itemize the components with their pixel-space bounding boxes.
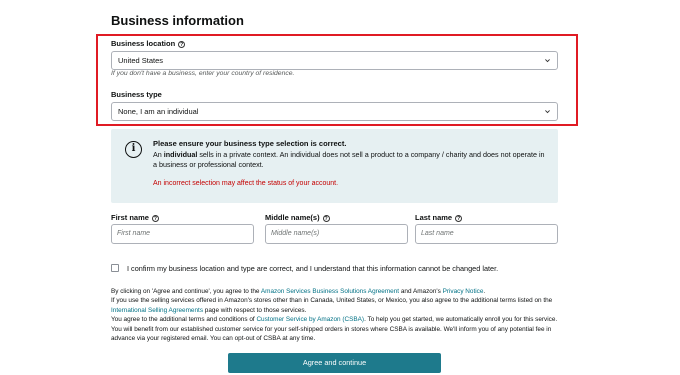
business-location-label: Business location?: [111, 39, 186, 48]
notice-warning: An incorrect selection may affect the st…: [153, 180, 339, 187]
legal-text-span: You agree to the additional terms and co…: [111, 316, 257, 324]
last-name-label: Last name?: [415, 213, 463, 222]
first-name-label: First name?: [111, 213, 159, 222]
notice-body-rest: sells in a private context. An individua…: [153, 150, 545, 169]
business-type-select[interactable]: None, I am an individual: [111, 102, 558, 121]
last-name-label-text: Last name: [415, 213, 453, 222]
legal-text-span: If you use the selling services offered …: [111, 297, 553, 305]
last-name-input[interactable]: Last name: [415, 224, 558, 244]
middle-name-label: Middle name(s)?: [265, 213, 330, 222]
question-circle-icon[interactable]: ?: [322, 215, 330, 222]
notice-title: Please ensure your business type selecti…: [153, 139, 347, 148]
csba-link[interactable]: Customer Service by Amazon (CSBA): [256, 316, 364, 323]
legal-paragraph-2: If you use the selling services offered …: [111, 296, 566, 315]
business-type-value: None, I am an individual: [118, 107, 199, 116]
business-location-label-text: Business location: [111, 39, 176, 48]
legal-paragraph-3: You agree to the additional terms and co…: [111, 315, 566, 343]
middle-name-input[interactable]: Middle name(s): [265, 224, 408, 244]
first-name-label-text: First name: [111, 213, 149, 222]
question-circle-icon[interactable]: ?: [178, 41, 186, 48]
middle-name-label-text: Middle name(s): [265, 213, 320, 222]
legal-text-span: .: [483, 288, 486, 295]
business-solutions-agreement-link[interactable]: Amazon Services Business Solutions Agree…: [261, 288, 399, 295]
page-title: Business information: [111, 13, 244, 28]
privacy-notice-link[interactable]: Privacy Notice: [443, 288, 484, 295]
agree-and-continue-button[interactable]: Agree and continue: [228, 353, 441, 373]
notice-body-bold: individual: [163, 150, 198, 159]
legal-paragraph-1: By clicking on 'Agree and continue', you…: [111, 287, 566, 296]
business-location-value: United States: [118, 56, 164, 65]
chevron-down-icon: [545, 59, 550, 63]
legal-text-span: By clicking on 'Agree and continue', you…: [111, 288, 261, 295]
first-name-input[interactable]: First name: [111, 224, 254, 244]
business-type-label: Business type: [111, 90, 162, 99]
legal-text-span: and Amazon's: [399, 288, 443, 295]
business-location-select[interactable]: United States: [111, 51, 558, 70]
question-circle-icon[interactable]: ?: [455, 215, 463, 222]
chevron-down-icon: [545, 110, 550, 114]
notice-body-prefix: An: [153, 150, 164, 159]
legal-text-span: page with respect to those services.: [203, 306, 307, 314]
confirm-checkbox[interactable]: [111, 264, 119, 272]
question-circle-icon[interactable]: ?: [151, 215, 159, 222]
info-circle-icon: i: [125, 141, 142, 158]
business-type-notice: i Please ensure your business type selec…: [111, 129, 558, 203]
legal-text: By clicking on 'Agree and continue', you…: [111, 287, 566, 343]
business-location-hint: If you don't have a business, enter your…: [111, 70, 295, 77]
confirm-label[interactable]: I confirm my business location and type …: [127, 264, 498, 273]
international-selling-agreements-link[interactable]: International Selling Agreements: [111, 307, 203, 314]
notice-body: An individual sells in a private context…: [153, 150, 548, 170]
